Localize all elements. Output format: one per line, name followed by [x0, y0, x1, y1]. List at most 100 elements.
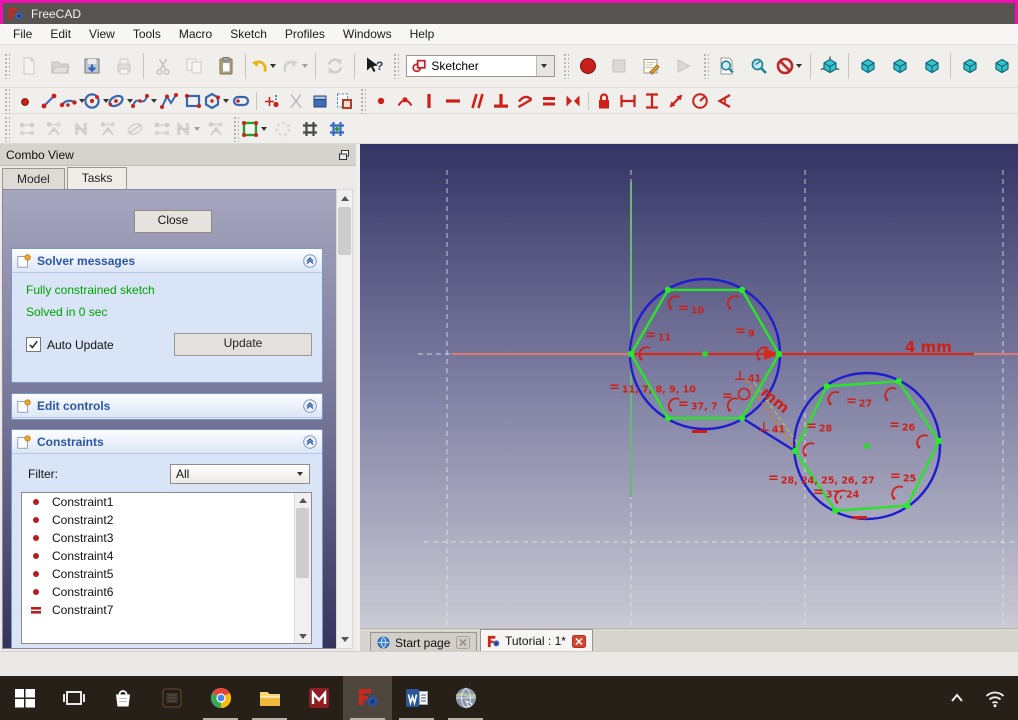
- save-button[interactable]: [76, 50, 108, 82]
- constraint-list-item[interactable]: Constraint5: [22, 565, 311, 583]
- bspline-tool-7-button[interactable]: [175, 117, 202, 141]
- taskbar-store-button[interactable]: [98, 676, 147, 720]
- macro-play-button[interactable]: [667, 50, 699, 82]
- menu-view[interactable]: View: [80, 25, 124, 43]
- copy-button[interactable]: [178, 50, 210, 82]
- menu-sketch[interactable]: Sketch: [221, 25, 276, 43]
- sketch-vertex[interactable]: [776, 351, 782, 357]
- bspline-tool-4-button[interactable]: [94, 117, 121, 141]
- create-point-button[interactable]: [13, 90, 37, 112]
- refresh-button[interactable]: [319, 50, 351, 82]
- filter-dropdown[interactable]: All: [170, 464, 310, 484]
- toolbar-grip[interactable]: [4, 53, 10, 79]
- bspline-tool-1-button[interactable]: [13, 117, 40, 141]
- tasks-panel-scrollbar[interactable]: [336, 189, 353, 649]
- taskbar-utility-app-button[interactable]: [147, 676, 196, 720]
- taskbar-file-explorer-button[interactable]: [245, 676, 294, 720]
- close-tab-icon[interactable]: [456, 636, 470, 649]
- bspline-tool-3-button[interactable]: [67, 117, 94, 141]
- zoom-fit-all-button[interactable]: [712, 50, 744, 82]
- taskbar-browser-globe-button[interactable]: [441, 676, 490, 720]
- taskbar-task-view-button[interactable]: [49, 676, 98, 720]
- taskbar-mendeley-button[interactable]: [294, 676, 343, 720]
- create-polyline-button[interactable]: [157, 90, 181, 112]
- print-button[interactable]: [108, 50, 140, 82]
- sketch-vertex[interactable]: [936, 438, 942, 444]
- view-rear-button[interactable]: [954, 50, 986, 82]
- constrain-radius-button[interactable]: [688, 90, 712, 112]
- constraint-list-item[interactable]: Constraint3: [22, 529, 311, 547]
- toolbar-grip[interactable]: [4, 88, 10, 114]
- tab-start-page[interactable]: Start page: [370, 632, 477, 652]
- whats-this-button[interactable]: ?: [358, 50, 390, 82]
- redo-button[interactable]: [280, 50, 312, 82]
- bspline-tool-8-button[interactable]: [202, 117, 229, 141]
- collapse-icon[interactable]: [302, 398, 318, 414]
- sketch-canvas[interactable]: =10=11=9=11, 7, 8, 9, 10=37, 7⊥41=mm⊥41=…: [360, 144, 1018, 628]
- macro-edit-button[interactable]: [635, 50, 667, 82]
- float-panel-icon[interactable]: [338, 149, 350, 161]
- constrain-h-distance-button[interactable]: [616, 90, 640, 112]
- cut-button[interactable]: [147, 50, 179, 82]
- constraint-list-item[interactable]: Constraint2: [22, 511, 311, 529]
- chevron-down-icon[interactable]: [223, 99, 229, 103]
- sketch-vertex[interactable]: [665, 287, 671, 293]
- sketch-vertex[interactable]: [792, 448, 798, 454]
- workbench-selector[interactable]: Sketcher: [406, 55, 555, 77]
- undo-button[interactable]: [249, 50, 281, 82]
- sketch-vertex[interactable]: [739, 287, 745, 293]
- scroll-down-icon[interactable]: [337, 631, 352, 647]
- view-section-button[interactable]: [308, 90, 332, 112]
- 3d-viewport[interactable]: =10=11=9=11, 7, 8, 9, 10=37, 7⊥41=mm⊥41=…: [360, 144, 1018, 628]
- collapse-icon[interactable]: [302, 434, 318, 450]
- constrain-angle-button[interactable]: [712, 90, 736, 112]
- chevron-down-icon[interactable]: [270, 64, 276, 68]
- constrain-symmetric-button[interactable]: [561, 90, 585, 112]
- tray-wifi-icon[interactable]: [982, 685, 1008, 711]
- toolbar-grip[interactable]: [703, 53, 709, 79]
- chevron-down-icon[interactable]: [796, 64, 802, 68]
- chevron-down-icon[interactable]: [261, 127, 267, 131]
- constraint-list-item[interactable]: Constraint6: [22, 583, 311, 601]
- scrollbar-thumb[interactable]: [296, 508, 309, 578]
- view-right-button[interactable]: [916, 50, 948, 82]
- macro-stop-button[interactable]: [604, 50, 636, 82]
- constrain-point-on-object-button[interactable]: [393, 90, 417, 112]
- update-button[interactable]: Update: [174, 333, 312, 356]
- menu-macro[interactable]: Macro: [170, 25, 221, 43]
- toolbar-grip[interactable]: [563, 53, 569, 79]
- chevron-down-icon[interactable]: [302, 64, 308, 68]
- constraint-list-item[interactable]: Constraint7: [22, 601, 311, 619]
- menu-help[interactable]: Help: [401, 25, 444, 43]
- taskbar-start-button[interactable]: [0, 676, 49, 720]
- menu-edit[interactable]: Edit: [41, 25, 80, 43]
- menu-windows[interactable]: Windows: [334, 25, 401, 43]
- sketch-vertex[interactable]: [832, 508, 838, 514]
- taskbar-freecad-button[interactable]: [343, 676, 392, 720]
- bspline-tool-6-button[interactable]: [148, 117, 175, 141]
- menu-file[interactable]: File: [4, 25, 41, 43]
- scroll-down-icon[interactable]: [295, 629, 310, 643]
- constraint-list-item[interactable]: Constraint1: [22, 493, 311, 511]
- grid-toggle-button[interactable]: [296, 117, 323, 141]
- chevron-down-icon[interactable]: [194, 127, 200, 131]
- virtual-space-button[interactable]: [269, 117, 296, 141]
- close-tab-icon[interactable]: [572, 635, 586, 648]
- view-axonometric-button[interactable]: [814, 50, 846, 82]
- constrain-coincident-button[interactable]: [369, 90, 393, 112]
- view-bottom-button[interactable]: [986, 50, 1018, 82]
- constrain-distance-button[interactable]: [664, 90, 688, 112]
- create-polygon-button[interactable]: [205, 90, 229, 112]
- collapse-icon[interactable]: [302, 253, 318, 269]
- constrain-v-distance-button[interactable]: [640, 90, 664, 112]
- toolbar-grip[interactable]: [4, 116, 10, 142]
- sketch-vertex[interactable]: [665, 415, 671, 421]
- macro-record-button[interactable]: [572, 50, 604, 82]
- sketch-center-point[interactable]: [864, 443, 870, 449]
- menu-tools[interactable]: Tools: [124, 25, 170, 43]
- toolbar-grip[interactable]: [360, 88, 366, 114]
- create-bspline-button[interactable]: [133, 90, 157, 112]
- external-geometry-button[interactable]: [260, 90, 284, 112]
- toolbar-grip[interactable]: [393, 53, 399, 79]
- open-file-button[interactable]: [45, 50, 77, 82]
